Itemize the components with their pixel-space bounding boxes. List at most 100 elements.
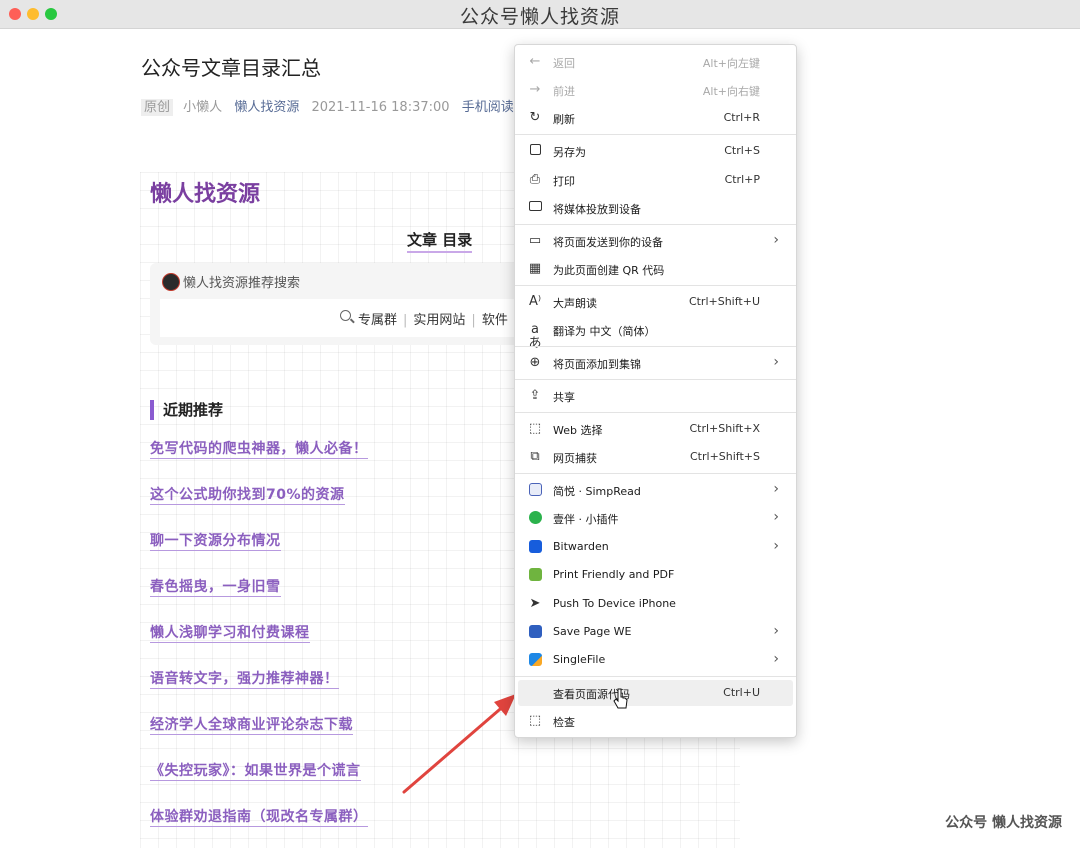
search-link-sites[interactable]: 实用网站 <box>413 313 465 328</box>
menu-item-qr-code[interactable]: ▦ 为此页面创建 QR 代码 <box>518 256 793 282</box>
menu-item-add-to-collections[interactable]: ⊕ 将页面添加到集锦 › <box>518 350 793 376</box>
menu-item-back[interactable]: ← 返回 Alt+向左键 <box>518 49 793 75</box>
read-aloud-icon: A⁾ <box>528 294 542 309</box>
menu-item-send-to-device[interactable]: ▭ 将页面发送到你的设备 › <box>518 228 793 254</box>
refresh-icon: ↻ <box>529 110 541 125</box>
menu-separator <box>515 134 796 135</box>
publish-date: 2021-11-16 18:37:00 <box>311 100 450 115</box>
recommendation-link[interactable]: 免写代码的爬虫神器，懒人必备！ <box>150 441 368 459</box>
section-title: 近期推荐 <box>150 400 223 420</box>
simpread-icon <box>527 483 543 497</box>
menu-item-yiban[interactable]: 壹伴 · 小插件 › <box>518 505 793 531</box>
menu-item-shortcut: Ctrl+Shift+U <box>688 295 760 308</box>
menu-item-label: 翻译为 中文（简体） <box>553 325 656 338</box>
push-send-icon: ➤ <box>529 596 541 611</box>
menu-item-read-aloud[interactable]: A⁾ 大声朗读 Ctrl+Shift+U <box>518 289 793 315</box>
list-item: 免写代码的爬虫神器，懒人必备！ <box>150 438 368 484</box>
menu-item-push-to-device[interactable]: ➤ Push To Device iPhone <box>518 591 793 617</box>
account-link[interactable]: 懒人找资源 <box>234 100 299 115</box>
menu-item-shortcut: Alt+向右键 <box>702 85 760 98</box>
search-links: 专属群 | 实用网站 | 软件 <box>358 309 508 328</box>
menu-item-bitwarden[interactable]: Bitwarden › <box>518 534 793 560</box>
singlefile-icon <box>527 653 543 667</box>
menu-item-web-capture[interactable]: ⧉ 网页捕获 Ctrl+Shift+S <box>518 444 793 470</box>
brand-heading: 懒人找资源 <box>150 182 261 207</box>
menu-item-share[interactable]: ⇪ 共享 <box>518 383 793 409</box>
article-title: 公众号文章目录汇总 <box>141 56 321 80</box>
menu-item-translate[interactable]: aあ 翻译为 中文（简体） <box>518 317 793 351</box>
menu-item-view-source[interactable]: 查看页面源代码 Ctrl+U <box>518 680 793 706</box>
search-card-label: 懒人找资源推荐搜索 <box>183 276 301 291</box>
menu-item-save-page-we[interactable]: Save Page WE › <box>518 619 793 645</box>
save-as-icon <box>527 144 543 158</box>
toc-title: 文章 目录 <box>407 229 473 253</box>
yiban-icon <box>527 511 543 525</box>
pointer-cursor-icon <box>613 688 628 709</box>
menu-item-label: Push To Device iPhone <box>553 597 676 610</box>
window-title: 公众号懒人找资源 <box>459 6 620 28</box>
menu-item-label: 打印 <box>553 175 575 188</box>
save-page-icon <box>527 625 543 639</box>
menu-item-refresh[interactable]: ↻ 刷新 Ctrl+R <box>518 105 793 131</box>
recommendation-link[interactable]: 语音转文字，强力推荐神器！ <box>150 671 339 689</box>
menu-separator <box>515 285 796 286</box>
menu-item-label: 简悦 · SimpRead <box>553 485 641 498</box>
chevron-right-icon: › <box>773 232 779 248</box>
share-icon: ⇪ <box>529 388 541 403</box>
menu-item-shortcut: Alt+向左键 <box>702 57 760 70</box>
watermark-text: 公众号 懒人找资源 <box>945 815 1062 831</box>
menu-item-web-select[interactable]: ⬚ Web 选择 Ctrl+Shift+X <box>518 416 793 442</box>
qr-code-icon: ▦ <box>528 261 542 276</box>
search-link-group[interactable]: 专属群 <box>358 313 397 328</box>
menu-item-label: 共享 <box>553 391 575 404</box>
recommendation-link[interactable]: 《失控玩家》：如果世界是个谎言 <box>150 763 361 781</box>
list-item: 体验群劝退指南（现改名专属群） <box>150 806 368 852</box>
collections-icon: ⊕ <box>529 355 541 370</box>
search-card: 懒人找资源推荐搜索 专属群 | 实用网站 | 软件 <box>150 263 530 345</box>
recommendation-link[interactable]: 春色摇曳，一身旧雪 <box>150 579 281 597</box>
menu-separator <box>515 412 796 413</box>
menu-item-label: Web 选择 <box>553 424 603 437</box>
menu-item-cast[interactable]: 将媒体投放到设备 <box>518 195 793 221</box>
original-tag: 原创 <box>141 99 174 116</box>
search-link-software[interactable]: 软件 <box>482 313 508 328</box>
menu-item-print-friendly[interactable]: Print Friendly and PDF <box>518 562 793 588</box>
account-logo-icon <box>162 273 180 291</box>
recommendation-link[interactable]: 聊一下资源分布情况 <box>150 533 281 551</box>
divider: | <box>471 313 476 328</box>
context-menu: ← 返回 Alt+向左键 → 前进 Alt+向右键 ↻ 刷新 Ctrl+R 另存… <box>514 44 797 738</box>
web-select-icon: ⬚ <box>528 421 542 436</box>
menu-item-label: 前进 <box>553 85 575 98</box>
menu-item-label: 检查 <box>553 716 575 729</box>
menu-item-label: 返回 <box>553 57 575 70</box>
menu-separator <box>515 676 796 677</box>
recommendation-link[interactable]: 懒人浅聊学习和付费课程 <box>150 625 310 643</box>
window-titlebar: 公众号懒人找资源 <box>0 0 1080 29</box>
recommendation-link[interactable]: 体验群劝退指南（现改名专属群） <box>150 809 368 827</box>
menu-item-shortcut: Ctrl+U <box>723 686 760 699</box>
menu-item-print[interactable]: ⎙ 打印 Ctrl+P <box>518 167 793 193</box>
print-friendly-icon <box>527 568 543 582</box>
annotation-arrow-icon <box>402 694 516 794</box>
menu-item-label: 大声朗读 <box>553 297 597 310</box>
menu-separator <box>515 346 796 347</box>
search-links-box: 专属群 | 实用网站 | 软件 <box>160 299 530 337</box>
recommendation-link[interactable]: 这个公式助你找到70%的资源 <box>150 487 345 505</box>
menu-item-label: 网页捕获 <box>553 452 597 465</box>
menu-item-simpread[interactable]: 简悦 · SimpRead › <box>518 477 793 503</box>
list-item: 这个公式助你找到70%的资源 <box>150 484 368 530</box>
menu-item-forward[interactable]: → 前进 Alt+向右键 <box>518 77 793 103</box>
menu-separator <box>515 473 796 474</box>
mobile-read-link[interactable]: 手机阅读 <box>462 100 514 115</box>
menu-item-shortcut: Ctrl+P <box>724 173 760 186</box>
chevron-right-icon: › <box>773 481 779 497</box>
menu-item-save-as[interactable]: 另存为 Ctrl+S <box>518 138 793 164</box>
menu-item-label: Print Friendly and PDF <box>553 568 675 581</box>
recommendation-link[interactable]: 经济学人全球商业评论杂志下载 <box>150 717 353 735</box>
chevron-right-icon: › <box>773 623 779 639</box>
menu-item-singlefile[interactable]: SingleFile › <box>518 647 793 673</box>
menu-item-inspect[interactable]: ⬚ 检查 <box>518 708 793 734</box>
author-name: 小懒人 <box>183 100 223 115</box>
chevron-right-icon: › <box>773 651 779 667</box>
menu-item-label: SingleFile <box>553 653 606 666</box>
